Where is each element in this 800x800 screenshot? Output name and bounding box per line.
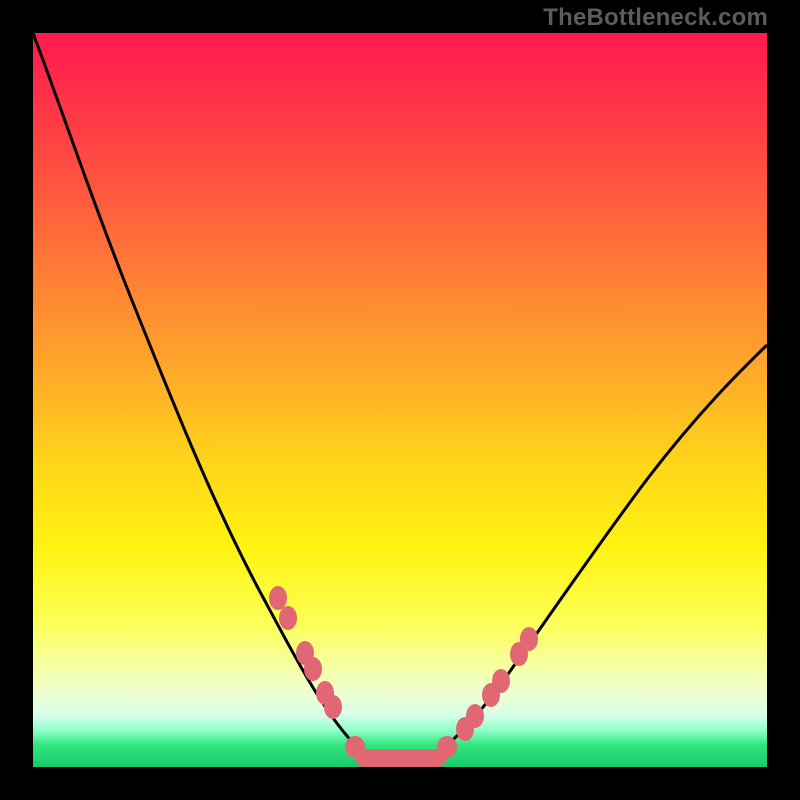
marker-dot (437, 736, 457, 758)
marker-group (269, 586, 538, 767)
marker-flat (355, 749, 447, 767)
chart-svg (33, 33, 767, 767)
marker-dot (492, 669, 510, 693)
marker-dot (520, 627, 538, 651)
plot-area (33, 33, 767, 767)
marker-dot (269, 586, 287, 610)
marker-dot (279, 606, 297, 630)
marker-dot (324, 695, 342, 719)
bottleneck-curve (33, 33, 767, 764)
chart-frame: TheBottleneck.com (0, 0, 800, 800)
marker-dot (304, 657, 322, 681)
marker-dot (466, 704, 484, 728)
watermark-text: TheBottleneck.com (543, 4, 768, 32)
marker-dot (345, 736, 365, 758)
